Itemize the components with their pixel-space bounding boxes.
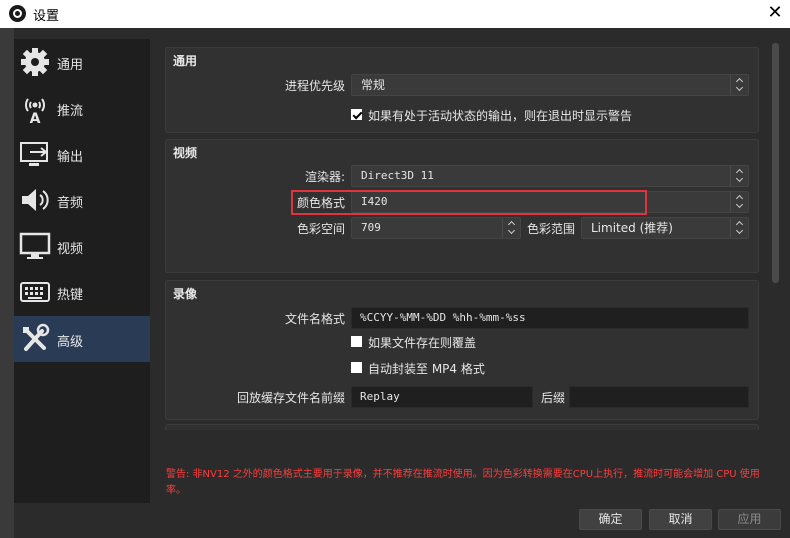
broadcast-icon: A: [25, 98, 45, 124]
warn-on-exit-checkbox[interactable]: 如果有处于活动状态的输出，则在退出时显示警告: [351, 107, 751, 123]
sidebar-item-audio[interactable]: 音频: [14, 177, 150, 223]
ok-button[interactable]: 确定: [579, 509, 642, 530]
color-range-select[interactable]: Limited (推荐): [581, 217, 749, 239]
close-icon[interactable]: ✕: [760, 0, 790, 28]
obs-logo-icon: [9, 5, 26, 22]
tools-icon: [23, 323, 50, 351]
overwrite-if-exists-checkbox[interactable]: 如果文件存在则覆盖: [351, 334, 651, 350]
title-bar: 设置 ✕: [0, 0, 790, 28]
keyboard-icon: [20, 282, 50, 302]
group-title: 通用: [173, 54, 198, 68]
sidebar-item-general[interactable]: 通用: [14, 39, 150, 85]
renderer-select[interactable]: Direct3D 11: [351, 165, 749, 187]
cancel-button[interactable]: 取消: [649, 509, 712, 530]
checkbox-box[interactable]: [351, 336, 362, 347]
monitor-icon: [19, 232, 51, 259]
select-value: Limited (推荐): [591, 221, 673, 235]
replay-prefix-input[interactable]: Replay: [351, 386, 533, 408]
background-window-strip: [0, 28, 14, 538]
svg-text:A: A: [30, 111, 41, 124]
scrollbar-thumb[interactable]: [772, 43, 779, 283]
output-icon: [20, 142, 48, 166]
renderer-label: 渲染器:: [304, 170, 345, 184]
sidebar-item-label: 输出: [57, 150, 84, 165]
filename-format-input[interactable]: %CCYY-%MM-%DD %hh-%mm-%ss: [351, 307, 749, 329]
gear-icon: [21, 48, 49, 76]
sidebar-item-label: 音频: [57, 196, 84, 211]
sidebar-item-label: 通用: [57, 58, 84, 73]
select-value: 常规: [361, 78, 386, 92]
checkbox-label: 如果有处于活动状态的输出，则在退出时显示警告: [368, 109, 633, 123]
sidebar-item-label: 视频: [57, 242, 84, 257]
settings-sidebar: 通用 A 推流 输出 音频 视频 热键 高级: [14, 39, 150, 503]
select-value: 709: [361, 221, 381, 234]
sidebar-item-label: 热键: [57, 288, 84, 303]
checkbox-box[interactable]: [351, 362, 362, 373]
content-scrollbar[interactable]: [771, 40, 780, 431]
checkbox-label: 如果文件存在则覆盖: [368, 336, 477, 350]
color-format-highlight: [291, 190, 647, 215]
group-title: 录像: [173, 287, 198, 301]
chevron-updown-icon: [730, 218, 748, 238]
chevron-updown-icon: [730, 75, 748, 95]
auto-remux-checkbox[interactable]: 自动封装至 MP4 格式: [351, 360, 651, 376]
sidebar-item-video[interactable]: 视频: [14, 223, 150, 269]
group-title: 视频: [173, 146, 198, 160]
color-space-select[interactable]: 709: [351, 217, 521, 239]
replay-suffix-input[interactable]: [569, 386, 749, 408]
speaker-icon: [22, 189, 49, 211]
next-group-partial: [165, 424, 759, 430]
process-priority-label: 进程优先级: [284, 79, 345, 93]
sidebar-item-stream[interactable]: A 推流: [14, 85, 150, 131]
color-space-label: 色彩空间: [296, 222, 345, 236]
color-range-label: 色彩范围: [526, 222, 575, 236]
replay-suffix-label: 后缀: [540, 391, 565, 405]
process-priority-select[interactable]: 常规: [351, 74, 749, 96]
sidebar-item-label: 高级: [57, 335, 84, 350]
sidebar-item-hotkeys[interactable]: 热键: [14, 269, 150, 315]
select-value: Direct3D 11: [361, 169, 434, 182]
chevron-updown-icon: [730, 192, 748, 212]
sidebar-item-label: 推流: [57, 104, 84, 119]
checkbox-box[interactable]: [351, 109, 362, 120]
color-format-warning: 警告: 非NV12 之外的颜色格式主要用于录像，并不推荐在推流时使用。因为色彩转…: [166, 469, 760, 496]
sidebar-item-output[interactable]: 输出: [14, 131, 150, 177]
chevron-updown-icon: [730, 166, 748, 186]
chevron-updown-icon: [502, 218, 520, 238]
filename-format-label: 文件名格式: [284, 312, 345, 326]
window-title: 设置: [33, 9, 60, 24]
settings-content: 通用 进程优先级 常规 如果有处于活动状态的输出，则在退出时显示警告 视频 渲染…: [165, 39, 771, 430]
checkbox-label: 自动封装至 MP4 格式: [368, 362, 485, 376]
replay-prefix-label: 回放缓存文件名前缀: [236, 391, 345, 405]
apply-button[interactable]: 应用: [718, 509, 781, 530]
sidebar-item-advanced[interactable]: 高级: [14, 316, 150, 362]
